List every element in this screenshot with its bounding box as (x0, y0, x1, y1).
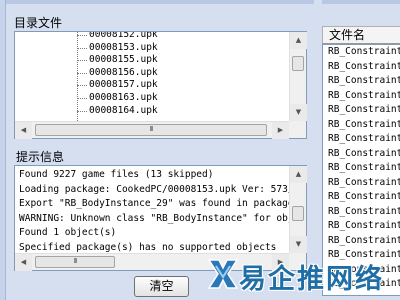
watermark-logo: 易企推网络 (205, 254, 400, 295)
file-list-item[interactable]: RB_Constraint (323, 89, 400, 104)
scroll-left-icon[interactable]: ◀ (15, 254, 32, 271)
tree-horizontal-scrollbar[interactable]: ◀ III ▶ (15, 121, 289, 139)
window-top-strip (0, 0, 400, 4)
tree-item[interactable]: 00008155.upk (15, 54, 289, 67)
tree-vertical-thumb[interactable] (292, 56, 304, 71)
scroll-grip: III (73, 257, 77, 265)
file-list-item[interactable]: RB_Constraint (323, 147, 400, 162)
tree-item[interactable]: 00008156.upk (15, 67, 289, 80)
log-line: Export "RB_BodyInstance_29" was found in… (19, 198, 289, 209)
file-list-item[interactable]: RB_Constraint (323, 103, 400, 118)
scroll-up-icon[interactable]: ▲ (290, 32, 307, 49)
file-tree-rows: 00008152.upk 00008153.upk 00008155.upk 0… (15, 32, 289, 121)
tree-vertical-scrollbar[interactable]: ▲ ▼ (289, 32, 307, 121)
log-line: Found 9227 game files (13 skipped) (19, 169, 214, 180)
file-list-item[interactable]: RB_Constraint (323, 190, 400, 205)
log-line: Loading package: CookedPC/00008153.upk V… (19, 183, 289, 195)
watermark-mark-icon (207, 259, 239, 289)
message-log-rows: Found 9227 game files (13 skipped) Loadi… (15, 168, 289, 253)
log-line: Specified package(s) has no supported ob… (19, 241, 277, 253)
scroll-left-icon[interactable]: ◀ (15, 122, 32, 139)
tree-item-label: 00008155.upk (89, 54, 158, 66)
tree-item-label: 00008157.upk (89, 79, 158, 91)
file-list-item[interactable]: RB_Constraint (323, 45, 400, 60)
scroll-down-icon[interactable]: ▼ (290, 236, 307, 253)
tree-item[interactable]: 00008164.upk (15, 105, 289, 118)
log-line: WARNING: Unknown class "RB_BodyInstance"… (19, 212, 289, 224)
file-list-header[interactable]: 文件名 (322, 26, 400, 44)
tree-item-label: 00008153.upk (89, 41, 158, 53)
window-left-edge (0, 0, 6, 300)
tree-item[interactable]: 00008163.upk (15, 92, 289, 105)
tree-item-label: 00008152.upk (89, 32, 158, 40)
scroll-corner (289, 121, 306, 138)
log-vertical-scrollbar[interactable]: ▲ ▼ (289, 166, 307, 253)
watermark-text: 易企推网络 (239, 264, 384, 295)
scroll-grip: III (149, 125, 153, 133)
message-group-label: 提示信息 (16, 150, 65, 164)
tree-item-label: 00008156.upk (89, 66, 158, 78)
log-line: Found 1 object(s) (19, 227, 117, 238)
log-horizontal-thumb[interactable]: III (35, 256, 115, 268)
file-list-item[interactable]: RB_Constraint (323, 205, 400, 220)
file-list-item[interactable]: RB_Constraint (323, 132, 400, 147)
tree-group-label: 目录文件 (14, 16, 63, 30)
tree-item[interactable]: 00008152.upk (15, 32, 289, 42)
scroll-up-icon[interactable]: ▲ (290, 166, 307, 183)
file-list-item[interactable]: RB_Constraint (323, 60, 400, 75)
scroll-down-icon[interactable]: ▼ (290, 104, 307, 121)
log-vertical-thumb[interactable] (292, 206, 304, 221)
file-list-item[interactable]: RB_Constraint (323, 74, 400, 89)
file-list-item[interactable]: RB_Constraint (323, 234, 400, 249)
tree-item[interactable]: 00008153.upk (15, 42, 289, 55)
file-list-item[interactable]: RB_Constraint (323, 161, 400, 176)
tree-item-label: 00008163.upk (89, 91, 158, 103)
file-list-item[interactable]: RB_Constraint (323, 118, 400, 133)
file-list-item[interactable]: RB_Constraint (323, 176, 400, 191)
file-tree[interactable]: 00008152.upk 00008153.upk 00008155.upk 0… (14, 31, 307, 139)
tree-item-label: 00008164.upk (89, 104, 158, 116)
scroll-right-icon[interactable]: ▶ (272, 122, 289, 139)
file-list-item[interactable]: RB_Constraint (323, 219, 400, 234)
tree-horizontal-thumb[interactable]: III (35, 124, 267, 136)
tree-item[interactable]: 00008157.upk (15, 79, 289, 92)
clear-button[interactable]: 清空 (134, 276, 189, 297)
